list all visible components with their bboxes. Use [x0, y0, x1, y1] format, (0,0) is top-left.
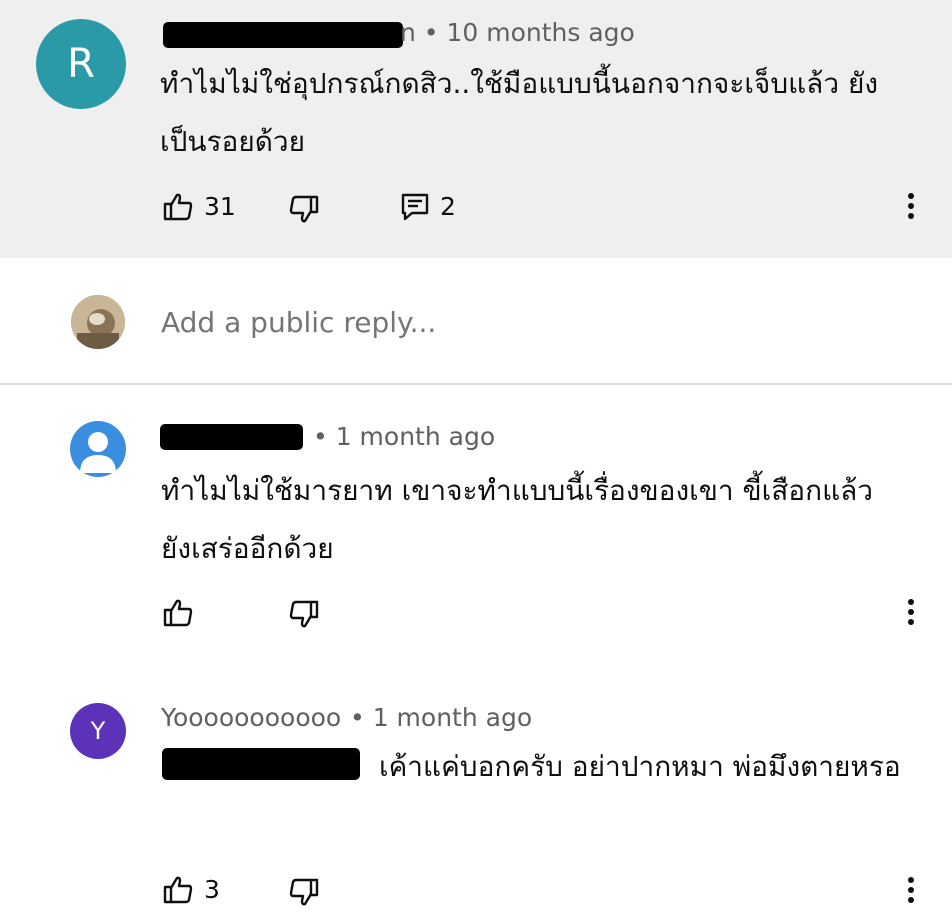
section-divider: [0, 383, 952, 385]
avatar-letter: R: [67, 41, 95, 87]
reply-2-text: เค้าแค่บอกครับ อย่าปากหมา พ่อมึงตายหรอ: [161, 738, 901, 796]
redacted-author-name: [163, 22, 403, 48]
thumb-down-icon[interactable]: [288, 193, 320, 225]
avatar-letter: Y: [90, 717, 106, 745]
comment-1-like-count: 31: [204, 192, 236, 221]
thumb-down-icon[interactable]: [288, 598, 320, 630]
thumb-down-icon[interactable]: [288, 876, 320, 908]
comment-1-reply-count: 2: [440, 192, 456, 221]
reply-1-body: ทำไมไม่ใช้มารยาท เขาจะทำแบบนี้เรื่องของเ…: [161, 474, 873, 565]
reply-2-like-count: 3: [204, 875, 220, 904]
user-avatar: [71, 295, 125, 349]
reply-1-text: ทำไมไม่ใช้มารยาท เขาจะทำแบบนี้เรื่องของเ…: [161, 462, 901, 578]
reply-1-avatar[interactable]: [70, 421, 126, 477]
comment-1-avatar[interactable]: R: [36, 19, 126, 109]
reply-2-author[interactable]: Yooooooooooo: [161, 703, 341, 732]
reply-2-meta: • 1 month ago: [350, 703, 533, 732]
reply-2-body: เค้าแค่บอกครับ อย่าปากหมา พ่อมึงตายหรอ: [379, 750, 901, 783]
comment-1-text: ทำไมไม่ใช่อุปกรณ์กดสิว..ใช้มือแบบนี้นอกจ…: [160, 55, 920, 171]
thumb-up-icon[interactable]: [162, 597, 194, 629]
comment-1-body: ทำไมไม่ใช่อุปกรณ์กดสิว..ใช้มือแบบนี้นอกจ…: [160, 67, 879, 158]
reply-2-avatar[interactable]: Y: [70, 703, 126, 759]
thumb-up-icon[interactable]: [162, 874, 194, 906]
more-vertical-icon[interactable]: [905, 876, 917, 906]
thumb-up-icon[interactable]: [162, 191, 194, 223]
more-vertical-icon[interactable]: [905, 192, 917, 222]
reply-1-meta: • 1 month ago: [313, 422, 496, 451]
public-reply-input[interactable]: [161, 303, 761, 341]
more-vertical-icon[interactable]: [905, 598, 917, 628]
comment-1-meta: n • 10 months ago: [400, 18, 635, 47]
redacted-author-name: [160, 424, 303, 450]
reply-comment-icon[interactable]: [400, 192, 430, 222]
